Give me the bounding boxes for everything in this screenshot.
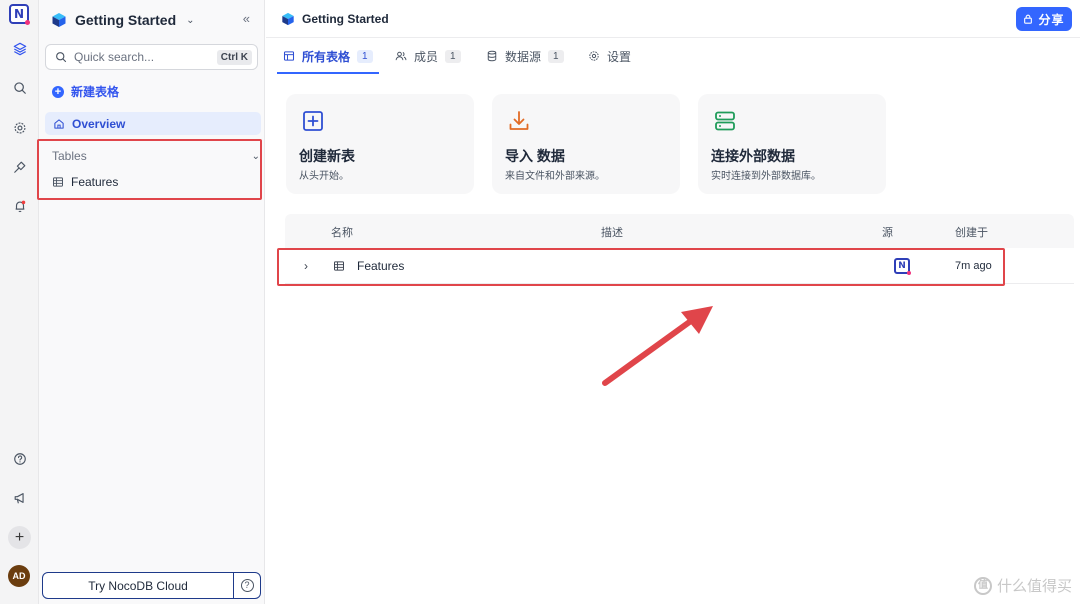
source-logo-letter: N xyxy=(898,260,906,271)
row-created-time: 7m ago xyxy=(955,260,992,272)
card-description: 从头开始。 xyxy=(299,171,349,182)
tab-count-badge: 1 xyxy=(357,49,373,63)
card-description: 来自文件和外部来源。 xyxy=(505,171,605,182)
help-icon: ? xyxy=(240,579,254,592)
share-label: 分享 xyxy=(1038,12,1065,27)
chevron-down-icon: ⌄ xyxy=(251,150,260,162)
card-description: 实时连接到外部数据库。 xyxy=(711,171,821,182)
plus-square-icon xyxy=(303,111,323,131)
create-table-card[interactable]: 创建新表 从头开始。 xyxy=(286,94,474,194)
cube-icon xyxy=(52,13,66,27)
connect-external-data-card[interactable]: 连接外部数据 实时连接到外部数据库。 xyxy=(698,94,886,194)
bell-icon[interactable] xyxy=(8,194,31,217)
row-table-name: Features xyxy=(357,259,405,273)
workspace-switcher[interactable]: Getting Started ⌄ xyxy=(51,10,195,30)
new-table-button[interactable]: + 新建表格 xyxy=(52,83,119,100)
page-title: Getting Started xyxy=(302,12,389,26)
chevron-right-icon[interactable]: › xyxy=(304,259,308,273)
top-bar: Getting Started 分享 xyxy=(266,0,1080,38)
table-row[interactable]: › Features N 7m ago xyxy=(285,249,1074,284)
watermark: 值 什么值得买 xyxy=(973,575,1072,596)
card-title: 导入 数据 xyxy=(505,148,565,164)
help-icon[interactable] xyxy=(8,447,31,470)
logo-letter: N xyxy=(13,7,25,21)
tab-label: 成员 xyxy=(414,49,439,64)
table-item-label: Features xyxy=(71,175,119,189)
cube-icon xyxy=(282,12,294,26)
tables-section-header[interactable]: Tables ⌄ xyxy=(52,149,260,163)
server-icon xyxy=(715,111,735,131)
search-placeholder: Quick search... xyxy=(74,50,155,64)
logo-dot xyxy=(25,20,30,25)
settings-icon[interactable] xyxy=(8,116,31,139)
plus-icon[interactable]: + xyxy=(8,526,31,549)
sidebar: Getting Started ⌄ « Quick search... Ctrl… xyxy=(39,0,265,604)
overview-label: Overview xyxy=(72,116,126,131)
table-header: 名称 描述 源 创建于 xyxy=(285,214,1074,248)
column-header-name: 名称 xyxy=(331,227,353,239)
card-title: 连接外部数据 xyxy=(711,148,795,164)
tab-bar: 所有表格 1 成员 1 数据源 1 设置 xyxy=(266,38,1080,74)
tab-data-sources[interactable]: 数据源 1 xyxy=(486,38,564,74)
watermark-text: 什么值得买 xyxy=(996,578,1072,595)
new-table-label: 新建表格 xyxy=(71,85,120,99)
chevron-down-icon: ⌄ xyxy=(186,14,195,26)
layers-icon[interactable] xyxy=(8,37,31,60)
icon-rail: N + AD xyxy=(0,0,39,604)
nocodb-source-icon: N xyxy=(894,258,911,275)
megaphone-icon[interactable] xyxy=(8,486,31,509)
plus-circle-icon: + xyxy=(52,85,64,98)
quick-search[interactable]: Quick search... Ctrl K xyxy=(45,44,258,70)
breadcrumb: Getting Started xyxy=(281,12,389,26)
table-icon xyxy=(53,177,63,187)
plug-icon[interactable] xyxy=(8,155,31,178)
main-content: Getting Started 分享 所有表格 1 成员 1 数据源 1 设置 xyxy=(266,0,1080,604)
tab-label: 设置 xyxy=(607,49,632,64)
search-shortcut-badge: Ctrl K xyxy=(216,49,252,65)
logo-dot xyxy=(907,271,911,275)
column-header-created: 创建于 xyxy=(955,227,988,239)
tables-section-label: Tables xyxy=(52,149,87,163)
annotation-arrow-icon xyxy=(602,306,713,386)
column-header-description: 描述 xyxy=(601,227,623,239)
table-icon xyxy=(334,261,344,271)
tab-count-badge: 1 xyxy=(445,49,461,63)
download-icon xyxy=(509,111,529,130)
users-icon xyxy=(395,51,407,61)
lock-icon xyxy=(1024,14,1033,24)
help-button[interactable]: ? xyxy=(233,573,260,598)
table-icon xyxy=(283,51,295,61)
workspace-title: Getting Started xyxy=(75,12,177,28)
settings-icon xyxy=(589,51,599,61)
import-data-card[interactable]: 导入 数据 来自文件和外部来源。 xyxy=(492,94,680,194)
try-cloud-label: Try NocoDB Cloud xyxy=(88,578,188,593)
collapse-sidebar-icon[interactable]: « xyxy=(243,11,250,26)
tab-label: 数据源 xyxy=(505,49,542,64)
avatar[interactable]: AD xyxy=(8,565,30,587)
tab-label: 所有表格 xyxy=(302,49,351,64)
sidebar-item-overview[interactable]: Overview xyxy=(45,112,261,135)
share-button[interactable]: 分享 xyxy=(1016,7,1072,31)
database-icon xyxy=(487,50,497,62)
watermark-icon: 值 xyxy=(973,576,992,595)
sidebar-item-table[interactable]: Features xyxy=(52,175,118,189)
tab-members[interactable]: 成员 1 xyxy=(395,38,461,74)
tab-settings[interactable]: 设置 xyxy=(588,38,631,74)
card-title: 创建新表 xyxy=(299,148,355,164)
home-icon xyxy=(54,118,64,129)
tab-all-tables[interactable]: 所有表格 1 xyxy=(277,38,379,74)
search-icon[interactable] xyxy=(8,76,31,99)
nocodb-logo-icon[interactable]: N xyxy=(9,4,30,25)
search-icon xyxy=(56,52,67,63)
tab-count-badge: 1 xyxy=(548,49,564,63)
try-cloud-button[interactable]: Try NocoDB Cloud ? xyxy=(42,572,261,599)
column-header-source: 源 xyxy=(882,227,893,239)
